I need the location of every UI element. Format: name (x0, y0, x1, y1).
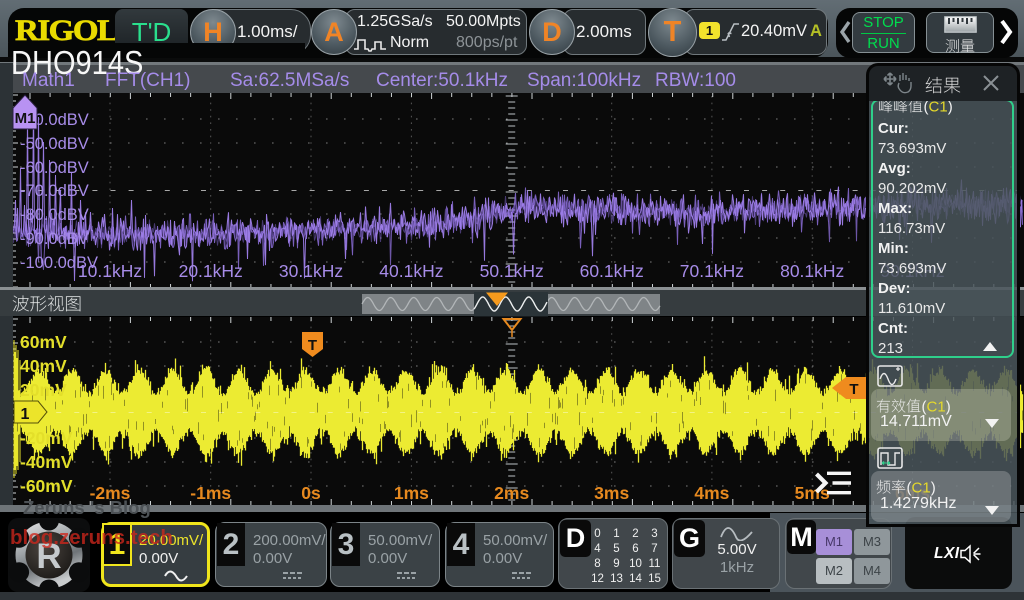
svg-text:40mV: 40mV (20, 356, 67, 376)
svg-text:-70.0dBV: -70.0dBV (20, 182, 89, 200)
svg-text:-50.0dBV: -50.0dBV (20, 135, 89, 153)
svg-text:M1: M1 (15, 110, 36, 127)
svg-text:-100.0dBV: -100.0dBV (20, 254, 98, 272)
svg-text:3ms: 3ms (594, 483, 629, 503)
svg-text:0s: 0s (301, 483, 321, 503)
svg-text:20.1kHz: 20.1kHz (179, 261, 243, 281)
svg-text:-40mV: -40mV (20, 452, 73, 472)
svg-text:4ms: 4ms (694, 483, 729, 503)
svg-text:80.1kHz: 80.1kHz (780, 261, 844, 281)
svg-text:60.1kHz: 60.1kHz (580, 261, 644, 281)
svg-text:50.1kHz: 50.1kHz (480, 261, 544, 281)
svg-text:-1ms: -1ms (190, 483, 231, 503)
svg-text:30.1kHz: 30.1kHz (279, 261, 343, 281)
svg-text:-60.0dBV: -60.0dBV (20, 159, 89, 177)
svg-text:(C1): (C1) (907, 479, 936, 496)
svg-text:20mV: 20mV (20, 380, 67, 400)
svg-text:70.1kHz: 70.1kHz (680, 261, 744, 281)
svg-text:T: T (849, 381, 858, 398)
svg-text:-60mV: -60mV (20, 476, 73, 496)
svg-text:60mV: 60mV (20, 332, 67, 352)
svg-text:-90.0dBV: -90.0dBV (20, 230, 89, 248)
svg-text:1: 1 (21, 406, 30, 423)
svg-text:1ms: 1ms (394, 483, 429, 503)
svg-text:-80.0dBV: -80.0dBV (20, 206, 89, 224)
svg-text:T: T (308, 337, 317, 354)
svg-text:40.1kHz: 40.1kHz (379, 261, 443, 281)
svg-text:-20mV: -20mV (20, 428, 73, 448)
svg-text:2ms: 2ms (494, 483, 529, 503)
